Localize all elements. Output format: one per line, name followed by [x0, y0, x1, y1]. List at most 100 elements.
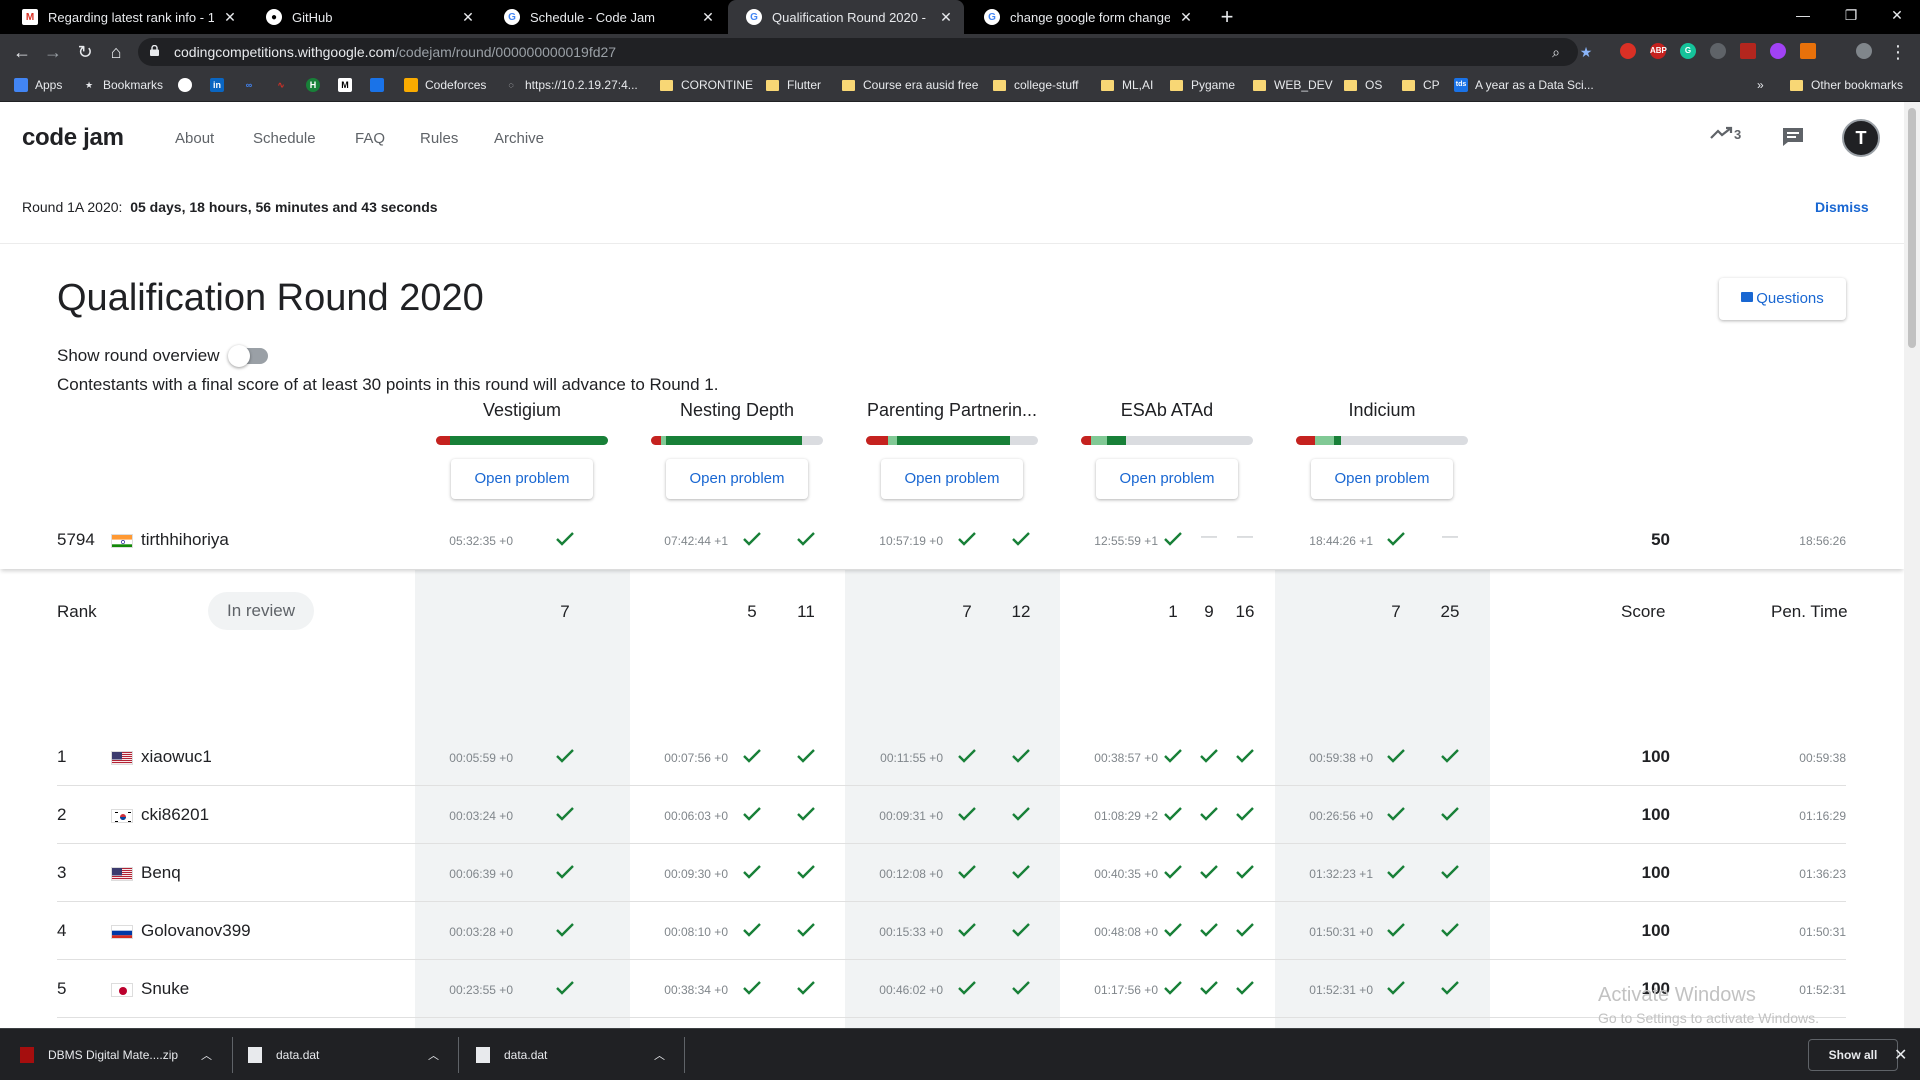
chevron-up-icon[interactable]: ︿	[201, 1047, 212, 1063]
dismiss-button[interactable]: Dismiss	[1815, 199, 1869, 215]
round-overview-toggle[interactable]	[227, 345, 268, 367]
bookmark-site[interactable]	[370, 78, 391, 92]
submission-time: 00:03:24 +0	[449, 809, 513, 823]
tab-qualification-round[interactable]: G Qualification Round 2020 - Code ✕	[728, 0, 964, 34]
new-tab-button[interactable]: +	[1214, 4, 1240, 30]
bookmark-ip[interactable]: ◌ https://10.2.19.27:4...	[504, 78, 637, 92]
nav-faq[interactable]: FAQ	[355, 130, 385, 147]
open-problem-button[interactable]: Open problem	[1096, 459, 1238, 499]
zoom-icon[interactable]: ⌕	[1548, 44, 1564, 60]
bookmark-site[interactable]: ∿	[274, 78, 295, 92]
check-icon	[1161, 746, 1185, 768]
bookmark-folder[interactable]: ML,AI	[1101, 78, 1153, 92]
home-button[interactable]: ⌂	[104, 40, 128, 64]
download-item[interactable]: data.dat ︿	[248, 1029, 448, 1081]
penalty-time: 01:50:31	[1799, 925, 1846, 939]
problem-name[interactable]: Indicium	[1292, 400, 1472, 424]
test-set-points: 9	[1204, 602, 1214, 621]
open-problem-button[interactable]: Open problem	[451, 459, 593, 499]
linkedin-bookmark[interactable]: in	[210, 78, 231, 92]
username[interactable]: tirthhihoriya	[141, 530, 229, 550]
bookmark-other[interactable]: Other bookmarks	[1790, 78, 1903, 92]
open-problem-button[interactable]: Open problem	[881, 459, 1023, 499]
bookmark-folder[interactable]: college-stuff	[993, 78, 1078, 92]
close-icon[interactable]: ✕	[938, 9, 954, 26]
back-button[interactable]: ←	[10, 40, 34, 64]
tab-schedule[interactable]: G Schedule - Code Jam ✕	[486, 0, 726, 34]
bookmark-folder[interactable]: Course era ausid free	[842, 78, 978, 92]
download-item[interactable]: DBMS Digital Mate....zip ︿	[20, 1029, 220, 1081]
bookmarks-overflow-button[interactable]: »	[1757, 78, 1764, 92]
restore-button[interactable]: ❐	[1828, 0, 1874, 34]
github-bookmark[interactable]	[178, 78, 199, 92]
username[interactable]: Golovanov399	[141, 921, 251, 941]
close-icon[interactable]: ✕	[1178, 9, 1194, 26]
open-problem-button[interactable]: Open problem	[666, 459, 808, 499]
adblock-icon[interactable]: ABP	[1650, 43, 1667, 59]
in-review-filter[interactable]: In review	[208, 592, 314, 630]
trending-icon[interactable]: 3	[1710, 126, 1741, 142]
chevron-up-icon[interactable]: ︿	[654, 1047, 665, 1063]
bookmark-folder[interactable]: OS	[1344, 78, 1382, 92]
close-icon[interactable]: ✕	[460, 9, 476, 26]
bookmark-star-icon[interactable]: ★	[1578, 44, 1594, 60]
nav-archive[interactable]: Archive	[494, 130, 544, 147]
download-item[interactable]: data.dat ︿	[476, 1029, 676, 1081]
grammarly-icon[interactable]: G	[1680, 43, 1696, 59]
profile-icon[interactable]	[1856, 43, 1872, 59]
close-icon[interactable]: ✕	[222, 9, 238, 26]
bookmark-folder[interactable]: Flutter	[766, 78, 821, 92]
score: 100	[1641, 921, 1670, 940]
extension-icon[interactable]	[1740, 43, 1756, 59]
bookmark-folder[interactable]: WEB_DEV	[1253, 78, 1333, 92]
extension-icon[interactable]	[1620, 43, 1636, 59]
problem-name[interactable]: Vestigium	[432, 400, 612, 424]
nav-rules[interactable]: Rules	[420, 130, 458, 147]
bookmark-folder[interactable]: CORONTINE	[660, 78, 753, 92]
minimize-button[interactable]: —	[1780, 0, 1826, 34]
show-all-downloads-button[interactable]: Show all	[1808, 1039, 1898, 1071]
close-icon[interactable]: ✕	[1894, 1045, 1907, 1065]
bookmark-codeforces[interactable]: Codeforces	[404, 78, 486, 92]
questions-button[interactable]: Questions	[1719, 278, 1846, 320]
download-filename: data.dat	[276, 1048, 320, 1062]
tab-gmail[interactable]: M Regarding latest rank info - 18bc ✕	[4, 0, 248, 34]
bookmark-site[interactable]: M	[338, 78, 359, 92]
check-icon	[1438, 746, 1462, 768]
tab-google-form[interactable]: G change google form change - Go ✕	[966, 0, 1204, 34]
tab-github[interactable]: ● GitHub ✕	[248, 0, 486, 34]
scrollbar[interactable]	[1904, 102, 1920, 1028]
extension-icon[interactable]	[1710, 43, 1726, 59]
table-row: 4 Golovanov399 00:03:28 +0 00:08:10 +0 00:15…	[0, 902, 1904, 960]
bookmark-folder[interactable]: CP	[1402, 78, 1440, 92]
bookmark-folder[interactable]: Pygame	[1170, 78, 1235, 92]
problem-name[interactable]: ESAb ATAd	[1077, 400, 1257, 424]
nav-schedule[interactable]: Schedule	[253, 130, 316, 147]
reload-button[interactable]: ↻	[73, 40, 97, 64]
username[interactable]: Snuke	[141, 979, 189, 999]
bookmark-site[interactable]: H	[306, 78, 327, 92]
bookmark-data-science[interactable]: tds A year as a Data Sci...	[1454, 78, 1594, 92]
problem-name[interactable]: Nesting Depth	[647, 400, 827, 424]
chevron-up-icon[interactable]: ︿	[428, 1047, 439, 1063]
bookmark-apps[interactable]: Apps	[14, 78, 62, 92]
username[interactable]: xiaowuc1	[141, 747, 212, 767]
coursera-bookmark[interactable]: ∞	[242, 78, 263, 92]
code-jam-logo[interactable]: code jam	[22, 124, 124, 152]
username[interactable]: cki86201	[141, 805, 209, 825]
forward-button[interactable]: →	[41, 40, 65, 64]
open-problem-button[interactable]: Open problem	[1311, 459, 1453, 499]
chat-icon[interactable]	[1782, 127, 1804, 150]
scrollbar-thumb[interactable]	[1908, 108, 1916, 348]
address-bar[interactable]: codingcompetitions.withgoogle.com/codeja…	[138, 38, 1592, 66]
problem-name[interactable]: Parenting Partnerin...	[862, 400, 1042, 424]
close-icon[interactable]: ✕	[700, 9, 716, 26]
bookmark-bookmarks[interactable]: ★ Bookmarks	[82, 78, 163, 92]
avatar[interactable]: T	[1842, 119, 1880, 157]
nav-about[interactable]: About	[175, 130, 214, 147]
menu-icon[interactable]: ⋮	[1886, 40, 1910, 64]
extension-icon[interactable]	[1770, 43, 1786, 59]
extension-icon[interactable]	[1800, 43, 1816, 59]
window-close-button[interactable]: ✕	[1874, 0, 1920, 34]
username[interactable]: Benq	[141, 863, 181, 883]
